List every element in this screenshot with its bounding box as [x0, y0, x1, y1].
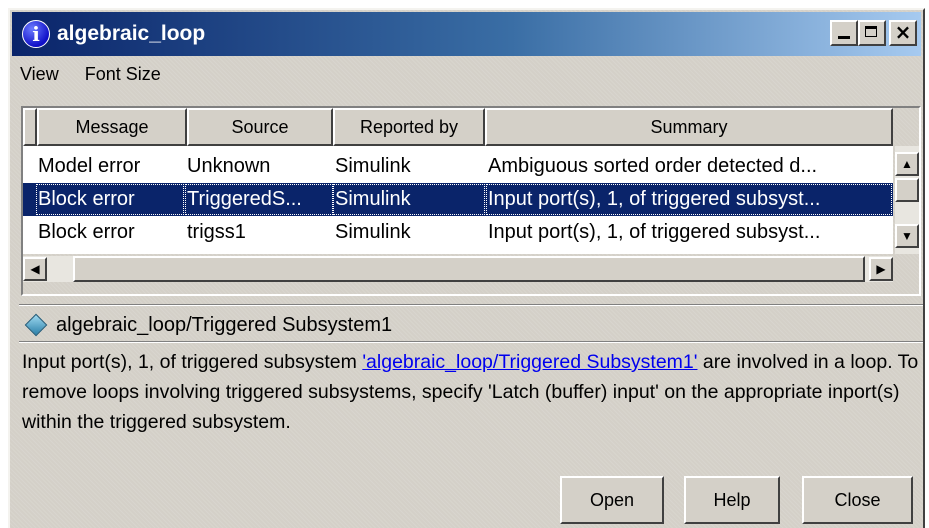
- column-header-summary[interactable]: Summary: [485, 108, 893, 146]
- cell-message: Block error: [38, 221, 135, 243]
- maximize-icon: [865, 26, 877, 37]
- divider: [19, 341, 923, 343]
- cell-source: Unknown: [187, 155, 271, 177]
- subsystem-diamond-icon: [24, 313, 48, 337]
- block-link[interactable]: 'algebraic_loop/Triggered Subsystem1': [362, 351, 697, 373]
- cell-reported-by: Simulink: [335, 155, 411, 177]
- table-row[interactable]: Block error trigss1 Simulink Input port(…: [23, 216, 893, 249]
- open-button[interactable]: Open: [560, 476, 664, 524]
- arrow-down-icon: ▼: [901, 229, 913, 243]
- close-button[interactable]: Close: [802, 476, 913, 524]
- menu-view[interactable]: View: [20, 64, 59, 90]
- minimize-button[interactable]: [830, 20, 858, 46]
- window-title: algebraic_loop: [57, 22, 206, 45]
- info-icon: i: [22, 20, 50, 48]
- cell-summary: Input port(s), 1, of triggered subsyst..…: [488, 221, 821, 243]
- window-controls: ×: [830, 20, 917, 46]
- messages-table: Message Source Reported by Summary Model…: [21, 106, 921, 296]
- arrow-up-icon: ▲: [901, 157, 913, 171]
- minimize-icon: [838, 36, 850, 39]
- cell-summary: Input port(s), 1, of triggered subsyst..…: [485, 183, 893, 216]
- diagnostic-viewer-window: i algebraic_loop × View Font Size Messag…: [8, 8, 925, 528]
- vertical-scroll-thumb[interactable]: [895, 178, 919, 202]
- cell-source: trigss1: [187, 221, 246, 243]
- scroll-right-button[interactable]: ▶: [869, 257, 893, 281]
- table-row-selected[interactable]: Block error TriggeredS... Simulink Input…: [23, 183, 893, 216]
- table-header: Message Source Reported by Summary: [23, 108, 893, 146]
- close-icon: ×: [894, 20, 912, 44]
- cell-reported-by: Simulink: [332, 183, 486, 216]
- cell-message: Model error: [38, 155, 141, 177]
- close-window-button[interactable]: ×: [889, 20, 917, 46]
- message-prefix: Input port(s), 1, of triggered subsystem: [22, 351, 363, 373]
- message-text: Input port(s), 1, of triggered subsystem…: [22, 347, 927, 437]
- divider: [19, 304, 923, 306]
- arrow-left-icon: ◀: [30, 262, 40, 276]
- vertical-scrollbar[interactable]: ▲ ▼: [895, 146, 919, 254]
- horizontal-scrollbar[interactable]: ◀ ▶: [23, 256, 893, 282]
- cell-reported-by: Simulink: [335, 221, 411, 243]
- arrow-right-icon: ▶: [876, 262, 886, 276]
- table-body: Model error Unknown Simulink Ambiguous s…: [23, 146, 893, 254]
- help-button[interactable]: Help: [684, 476, 780, 524]
- column-header-message[interactable]: Message: [37, 108, 187, 146]
- cell-source: TriggeredS...: [184, 183, 334, 216]
- cell-summary: Ambiguous sorted order detected d...: [488, 155, 818, 177]
- horizontal-scroll-thumb[interactable]: [73, 256, 865, 282]
- menu-font-size[interactable]: Font Size: [85, 64, 161, 90]
- table-row[interactable]: Model error Unknown Simulink Ambiguous s…: [23, 150, 893, 183]
- scroll-left-button[interactable]: ◀: [23, 257, 47, 281]
- menu-bar: View Font Size: [20, 64, 161, 90]
- scroll-up-button[interactable]: ▲: [895, 152, 919, 176]
- title-bar[interactable]: i algebraic_loop ×: [12, 12, 921, 56]
- cell-message: Block error: [35, 183, 185, 216]
- maximize-button[interactable]: [858, 20, 886, 46]
- column-header-source[interactable]: Source: [187, 108, 333, 146]
- scroll-down-button[interactable]: ▼: [895, 224, 919, 248]
- column-header-reported-by[interactable]: Reported by: [333, 108, 485, 146]
- block-path-row: algebraic_loop/Triggered Subsystem1: [24, 310, 392, 340]
- header-corner: [23, 108, 37, 146]
- block-path: algebraic_loop/Triggered Subsystem1: [56, 313, 393, 336]
